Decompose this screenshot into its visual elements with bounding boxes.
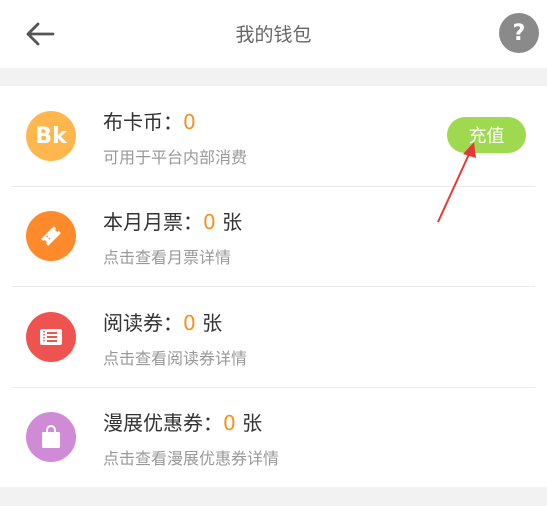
wallet-item-subtitle: 点击查看阅读券详情: [103, 349, 248, 368]
wallet-item-bk-coin[interactable]: Bk 布卡币：0 可用于平台内部消费 充值: [0, 86, 547, 186]
wallet-item-unit: 张: [215, 210, 243, 234]
wallet-item-expo-coupon[interactable]: 漫展优惠券：0 张 点击查看漫展优惠券详情: [0, 387, 547, 487]
wallet-item-label: 漫展优惠券：: [103, 411, 223, 435]
top-bar: 我的钱包 ?: [0, 0, 547, 68]
wallet-item-title: 本月月票：0 张: [103, 206, 242, 235]
bk-coin-icon: Bk: [26, 111, 76, 161]
wallet-item-reading-coupon[interactable]: 阅读券：0 张 点击查看阅读券详情: [0, 287, 547, 387]
help-button[interactable]: ?: [499, 13, 539, 53]
wallet-item-label: 本月月票：: [103, 210, 203, 234]
coupon-icon: [26, 312, 76, 362]
wallet-item-monthly-ticket[interactable]: 本月月票：0 张 点击查看月票详情: [0, 186, 547, 286]
wallet-item-subtitle: 点击查看漫展优惠券详情: [103, 449, 280, 468]
shopping-bag-icon: [26, 412, 76, 462]
wallet-item-title: 布卡币：0: [103, 106, 196, 135]
wallet-item-value: 0: [223, 411, 236, 435]
ticket-icon: [26, 211, 76, 261]
wallet-item-value: 0: [183, 311, 196, 335]
wallet-item-unit: 张: [195, 311, 223, 335]
wallet-item-label: 阅读券：: [103, 311, 183, 335]
wallet-item-title: 阅读券：0 张: [103, 307, 222, 336]
wallet-item-subtitle: 点击查看月票详情: [103, 248, 232, 267]
page-title: 我的钱包: [235, 24, 312, 46]
help-icon: ?: [512, 20, 526, 46]
wallet-item-subtitle: 可用于平台内部消费: [103, 148, 248, 167]
wallet-item-value: 0: [183, 110, 196, 134]
wallet-item-title: 漫展优惠券：0 张: [103, 407, 262, 436]
wallet-item-value: 0: [203, 210, 216, 234]
wallet-item-label: 布卡币：: [103, 110, 183, 134]
wallet-list: Bk 布卡币：0 可用于平台内部消费 充值 本月月票：0 张 点击查看月票详情: [0, 86, 547, 487]
recharge-button[interactable]: 充值: [447, 117, 526, 153]
wallet-item-unit: 张: [235, 411, 263, 435]
